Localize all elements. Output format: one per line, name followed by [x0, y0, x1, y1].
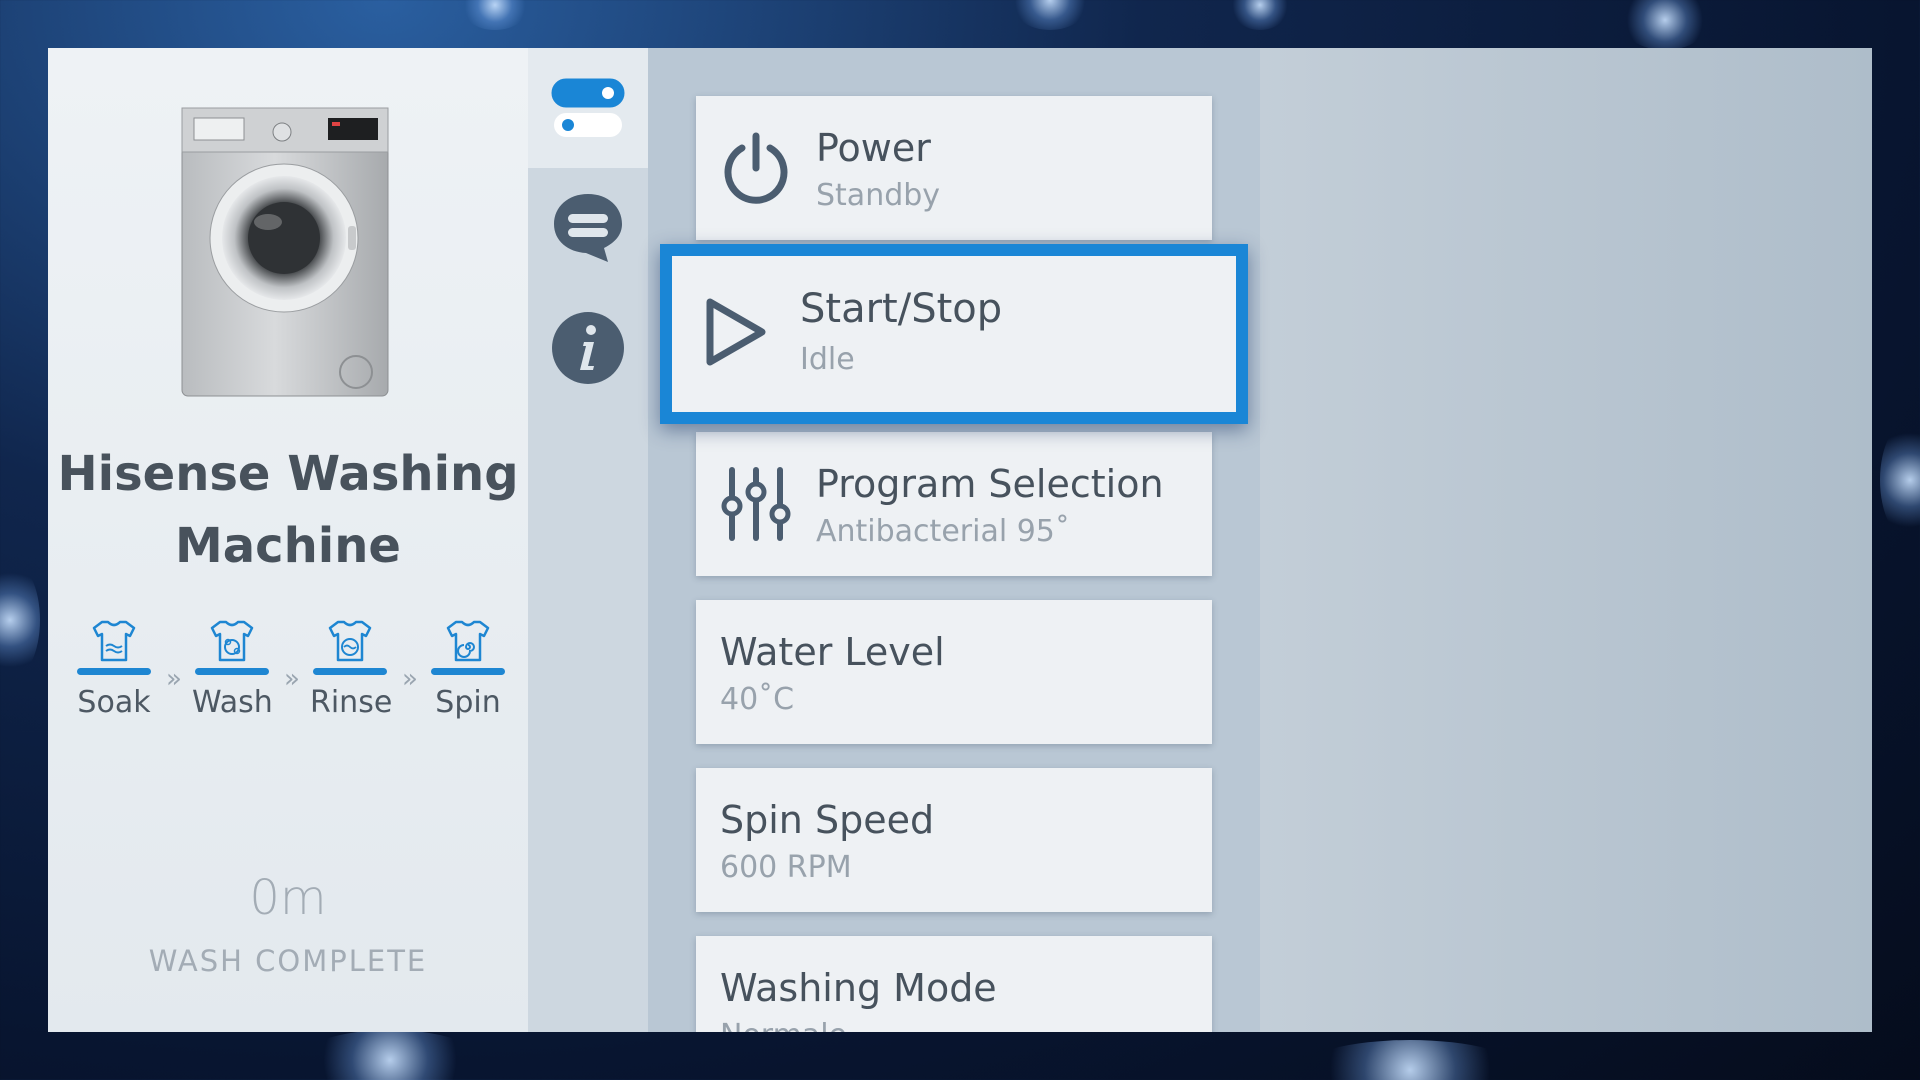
device-control-panel: Hisense Washing Machine Soak » Wash » Ri… — [48, 48, 1872, 1032]
stage-soak: Soak — [74, 618, 154, 720]
nav-info[interactable] — [528, 288, 648, 408]
shirt-wash-icon — [210, 620, 254, 662]
stage-wash: Wash — [192, 618, 273, 720]
device-summary: Hisense Washing Machine Soak » Wash » Ri… — [48, 48, 528, 1032]
control-title: Start/Stop — [800, 286, 1003, 332]
washing-machine-image — [180, 106, 390, 398]
washing-mode-control[interactable]: Washing Mode Normale — [696, 936, 1212, 1032]
detail-pane — [1260, 48, 1872, 1032]
spin-speed-control[interactable]: Spin Speed 600 RPM — [696, 768, 1212, 912]
remaining-time: 0m — [249, 870, 327, 926]
info-icon — [552, 312, 624, 384]
stage-separator: » — [402, 664, 418, 694]
controls-list: Power Standby Start/Stop Idle Program Se… — [648, 48, 1260, 1032]
control-title: Water Level — [720, 630, 945, 674]
stage-label: Wash — [192, 685, 273, 720]
side-nav — [528, 48, 648, 1032]
control-value: Antibacterial 95˚ — [816, 514, 1070, 549]
stage-separator: » — [166, 664, 182, 694]
power-control[interactable]: Power Standby — [696, 96, 1212, 240]
sliders-icon — [721, 467, 791, 541]
start-stop-control[interactable]: Start/Stop Idle — [660, 244, 1248, 424]
nav-controls[interactable] — [528, 48, 648, 168]
water-level-control[interactable]: Water Level 40˚C — [696, 600, 1212, 744]
wash-stage-progress: Soak » Wash » Rinse » Spin — [74, 618, 505, 728]
shirt-spin-icon — [446, 620, 490, 662]
nav-chat[interactable] — [528, 168, 648, 288]
chat-icon — [554, 194, 622, 262]
toggle-settings-icon — [551, 78, 625, 137]
control-title: Program Selection — [816, 462, 1164, 506]
device-name: Hisense Washing Machine — [57, 446, 519, 574]
control-value: Idle — [800, 342, 855, 377]
control-title: Washing Mode — [720, 966, 997, 1010]
control-value: Standby — [816, 178, 941, 213]
control-value: 600 RPM — [720, 850, 852, 885]
stage-label: Soak — [77, 685, 151, 720]
program-selection-control[interactable]: Program Selection Antibacterial 95˚ — [696, 432, 1212, 576]
wash-status: WASH COMPLETE — [148, 944, 428, 978]
control-title: Power — [816, 126, 931, 170]
stage-spin: Spin — [428, 618, 508, 720]
stage-label: Rinse — [310, 685, 393, 720]
stage-label: Spin — [435, 685, 501, 720]
control-value: Normale — [720, 1018, 847, 1032]
stage-separator: » — [284, 664, 300, 694]
power-icon — [724, 132, 788, 204]
shirt-soak-icon — [92, 620, 136, 662]
play-icon — [706, 298, 766, 366]
control-title: Spin Speed — [720, 798, 935, 842]
control-value: 40˚C — [720, 682, 795, 717]
shirt-rinse-icon — [328, 620, 372, 662]
stage-rinse: Rinse — [310, 618, 393, 720]
